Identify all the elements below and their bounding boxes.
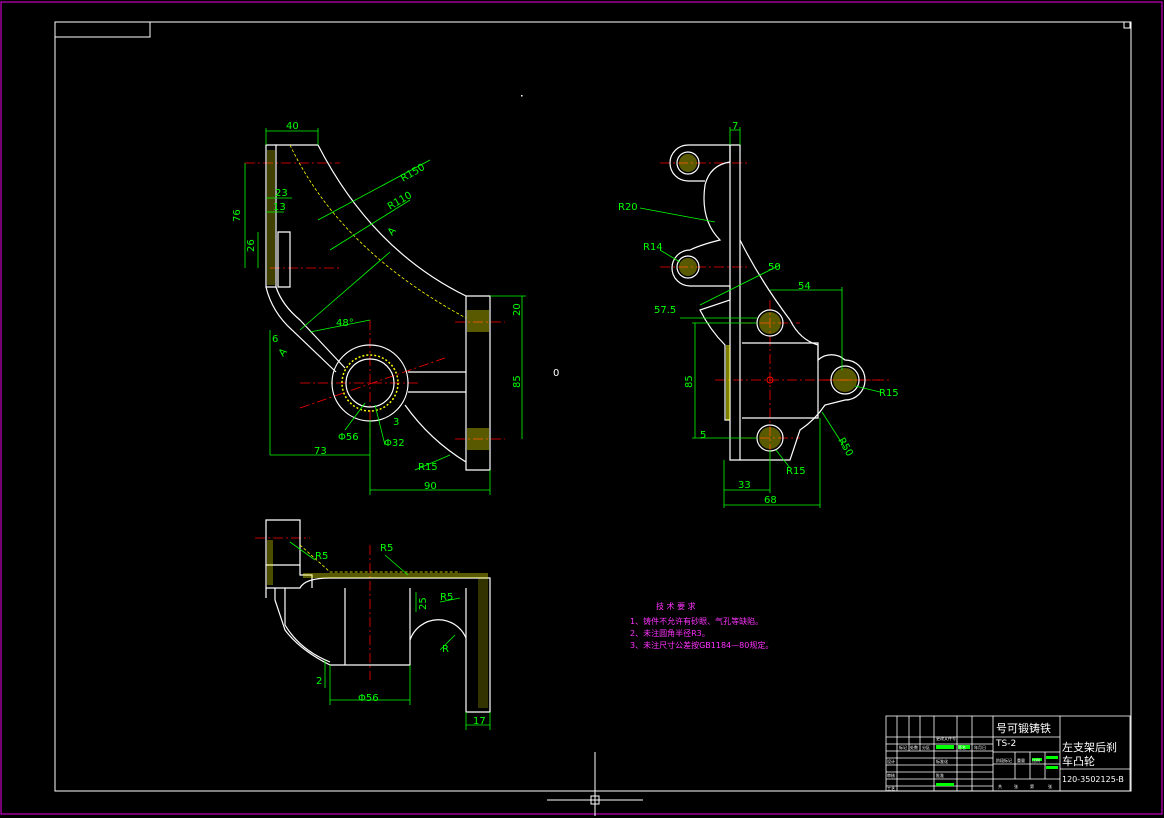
tb-zone: 分区 <box>922 744 930 750</box>
tb-weight: 重量 <box>1017 757 1025 763</box>
dim-3: 3 <box>393 417 399 428</box>
dim-phi32: Φ32 <box>384 438 405 449</box>
sheet-border <box>0 1 1163 815</box>
dim-phi56-top: Φ56 <box>358 693 379 704</box>
tb-sheet: 张 <box>1048 783 1052 789</box>
front-view: 40 76 26 23 13 R150 R110 A A 48° 6 73 Φ5… <box>232 121 526 495</box>
dim-r50: R50 <box>835 436 854 459</box>
dim-5: 5 <box>700 430 706 441</box>
dim-17: 17 <box>473 716 486 727</box>
side-hatch <box>679 154 857 449</box>
top-view: R5 R5 25 R5 R 2 Φ56 17 <box>255 519 491 730</box>
dim-r5-left: R5 <box>315 551 328 562</box>
dim-13: 13 <box>273 202 286 213</box>
tb-date: 年月日 <box>974 744 986 750</box>
dim-68: 68 <box>764 495 777 506</box>
dim-20: 20 <box>512 303 523 316</box>
title-block: 号可锻铸铁 TS-2 左支架后刹 车凸轮 120-3502125-B 标记 处数… <box>885 715 1131 792</box>
dim-26: 26 <box>246 239 257 252</box>
dim-25: 25 <box>418 597 429 610</box>
tb-change-doc: 更改文件号 <box>936 735 956 741</box>
note-2: 2、未注圆角半径R3。 <box>630 628 710 638</box>
tb-signature: 签名 <box>958 744 966 750</box>
stray-point <box>521 95 523 97</box>
dim-r15-bottom: R15 <box>786 466 806 477</box>
tb-review: 审核 <box>887 772 895 778</box>
cad-drawing-canvas: 40 76 26 23 13 R150 R110 A A 48° 6 73 Φ5… <box>0 1 1163 816</box>
dim-54: 54 <box>798 281 811 292</box>
dim-r15-lug: R15 <box>879 388 899 399</box>
part-name-line2: 车凸轮 <box>1062 754 1095 768</box>
corner-code-box <box>54 21 151 38</box>
dim-r5-mid: R5 <box>380 543 393 554</box>
dim-90: 90 <box>424 481 437 492</box>
dim-57-5: 57.5 <box>654 305 676 316</box>
dim-2: 2 <box>316 676 322 687</box>
dim-r5-right: R5 <box>440 592 453 603</box>
drawing-number: 120-3502125-B <box>1062 775 1124 784</box>
dim-23: 23 <box>275 188 288 199</box>
drawing-frame <box>54 21 1132 792</box>
dim-r15: R15 <box>418 462 438 473</box>
notes-title: 技 术 要 求 <box>656 601 696 611</box>
dim-r150: R150 <box>399 162 427 185</box>
tb-sheets: 张 <box>1014 783 1018 789</box>
top-dimension-lines <box>289 541 491 730</box>
center-mark-0: 0 <box>553 368 559 379</box>
note-1: 1、铸件不允许有砂眼、气孔等缺陷。 <box>630 616 763 626</box>
dim-85-side: 85 <box>684 375 695 388</box>
dim-r: R <box>442 644 449 655</box>
dim-r14: R14 <box>643 242 663 253</box>
dim-phi56: Φ56 <box>338 432 359 443</box>
dim-angle-48: 48° <box>336 318 354 329</box>
tb-approve: 批准 <box>936 772 944 778</box>
material-spec: TS-2 <box>995 739 1016 749</box>
dim-r110: R110 <box>386 190 414 213</box>
tb-design: 设计 <box>887 758 895 764</box>
dim-40: 40 <box>286 121 299 132</box>
tb-stage: 阶段标记 <box>996 757 1012 763</box>
tb-no: 第 <box>1030 783 1034 789</box>
dim-7: 7 <box>732 121 738 132</box>
tb-count: 处数 <box>910 744 918 750</box>
corner-marker <box>1123 21 1131 29</box>
part-name-line1: 左支架后刹 <box>1062 741 1117 754</box>
tb-total: 共 <box>998 783 1002 789</box>
dim-76: 76 <box>232 209 243 222</box>
dim-33: 33 <box>738 480 751 491</box>
note-3: 3、未注尺寸公差按GB1184—80规定。 <box>630 640 773 650</box>
section-mark-a-top: A <box>386 225 399 237</box>
side-view: 7 R20 R14 50 54 57.5 85 5 R15 R50 R15 33… <box>618 121 899 508</box>
dim-r20: R20 <box>618 202 638 213</box>
material-label: 号可锻铸铁 <box>996 721 1051 735</box>
dim-6: 6 <box>272 334 278 345</box>
side-outline <box>669 144 866 461</box>
crosshair-cursor-icon <box>547 752 643 816</box>
dim-50: 50 <box>768 262 781 273</box>
front-outline <box>265 144 491 471</box>
tb-scale: 比例 <box>1032 757 1040 763</box>
tb-standard: 标准化 <box>936 758 948 764</box>
dim-85: 85 <box>512 375 523 388</box>
section-mark-a-bottom: A <box>277 346 290 358</box>
tb-process: 工艺 <box>887 786 895 791</box>
technical-notes: 技 术 要 求 1、铸件不允许有砂眼、气孔等缺陷。 2、未注圆角半径R3。 3、… <box>630 601 773 650</box>
tb-mark: 标记 <box>899 744 907 750</box>
dim-73: 73 <box>314 446 327 457</box>
